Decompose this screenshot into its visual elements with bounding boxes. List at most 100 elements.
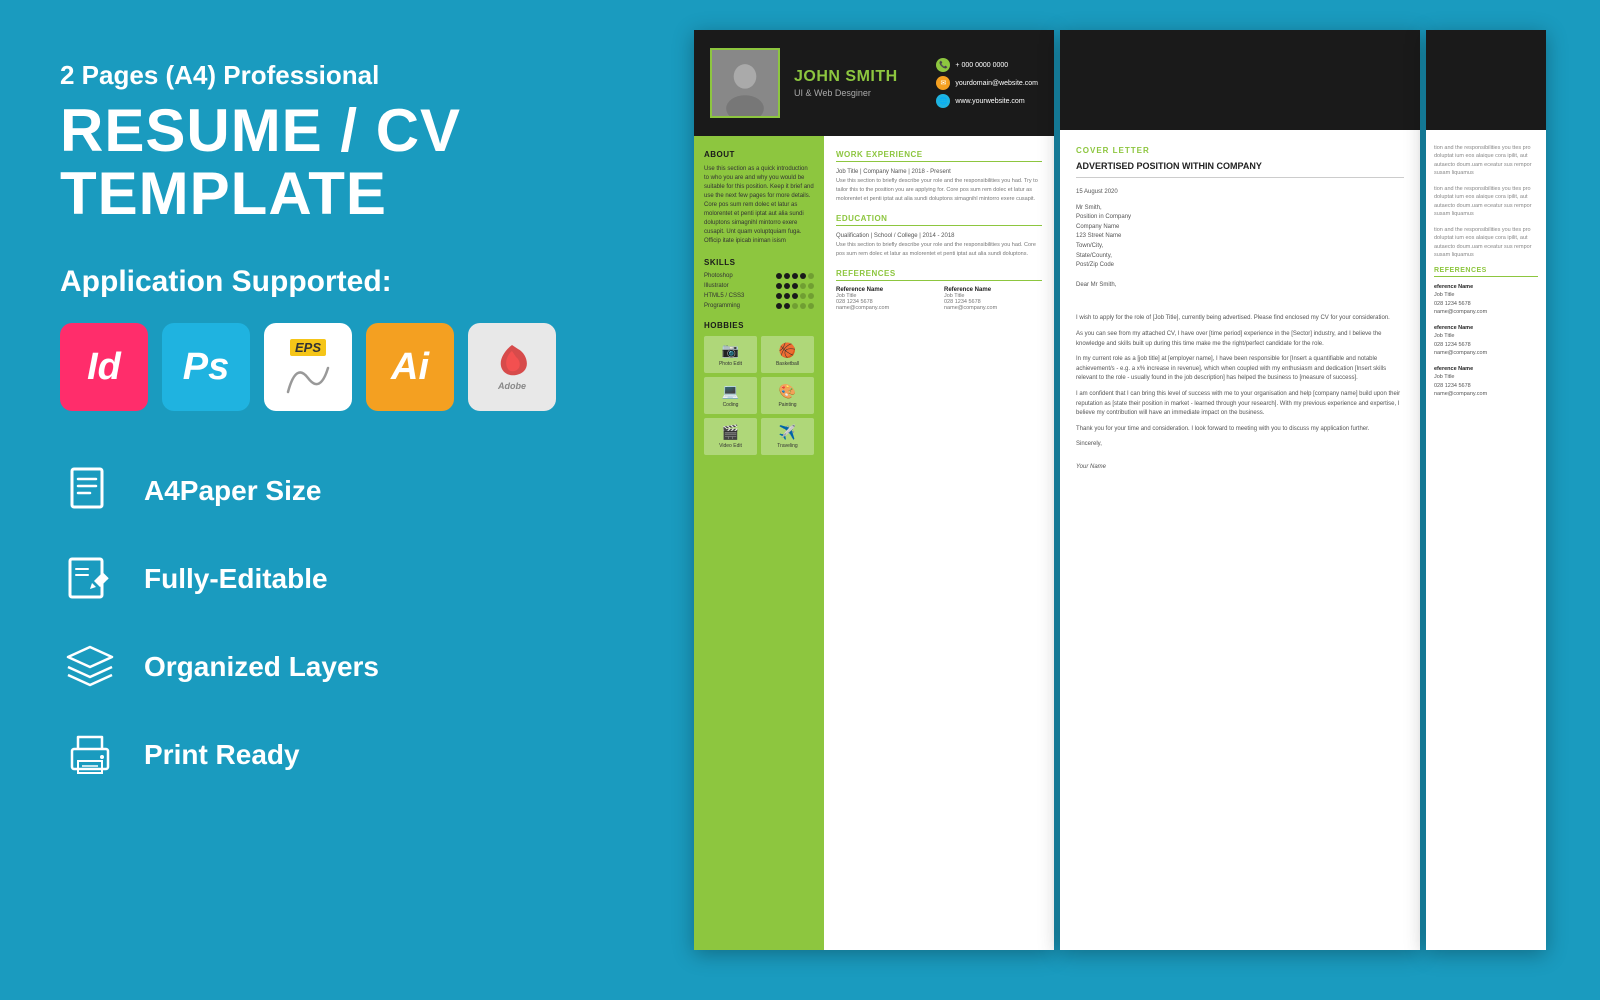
- cv3-header: [1426, 30, 1546, 130]
- cv-header: JOHN SMITH UI & Web Desginer 📞 + 000 000…: [694, 30, 1054, 136]
- dot3: [792, 293, 798, 299]
- dot4: [800, 293, 806, 299]
- features-list: A4Paper Size Fully-Editable: [60, 461, 580, 785]
- experience-text: Job Title | Company Name | 2018 - Presen…: [836, 168, 1042, 204]
- edit-icon: [60, 549, 120, 609]
- hobby-coding-label: Coding: [723, 402, 739, 408]
- skill-photoshop: Photoshop: [704, 273, 814, 279]
- education-text: Qualification | School / College | 2014 …: [836, 232, 1042, 259]
- traveling-icon: ✈️: [779, 424, 796, 441]
- dot1: [776, 273, 782, 279]
- skills-section-title: SKILLS: [704, 258, 814, 267]
- cv-avatar: [710, 48, 780, 118]
- dot5: [808, 273, 814, 279]
- hobby-coding: 💻 Coding: [704, 377, 757, 414]
- indesign-icon: Id: [60, 323, 148, 411]
- cv3-ref3-phone: 028 1234 5678: [1434, 382, 1538, 390]
- skill-html: HTML5 / CSS3: [704, 293, 814, 299]
- cv3-ref1-name: eference Name: [1434, 283, 1538, 291]
- cv3-desc1: tion and the responsibilities you ttes p…: [1434, 144, 1538, 177]
- experience-title: WORK EXPERIENCE: [836, 150, 1042, 162]
- cv3-ref2: eference Name Job Title 028 1234 5678 na…: [1434, 324, 1538, 357]
- cv-page-3: tion and the responsibilities you ttes p…: [1426, 30, 1546, 950]
- ref2: Reference Name Job Title 028 1234 5678 n…: [944, 287, 1042, 311]
- cv3-ref1: eference Name Job Title 028 1234 5678 na…: [1434, 283, 1538, 316]
- feature-paper-size-label: A4Paper Size: [144, 475, 321, 507]
- skill-illustrator-dots: [776, 283, 814, 289]
- cv-contact-block: 📞 + 000 0000 0000 ✉ yourdomain@website.c…: [936, 58, 1038, 108]
- cv-page-1: JOHN SMITH UI & Web Desginer 📞 + 000 000…: [694, 30, 1054, 950]
- cv2-header: [1060, 30, 1420, 130]
- skill-programming-dots: [776, 303, 814, 309]
- cv3-ref3-email: name@company.com: [1434, 390, 1538, 398]
- hobby-painting-label: Painting: [778, 402, 796, 408]
- cv3-ref1-title: Job Title: [1434, 291, 1538, 299]
- cover-letter-sincerely: Sincerely,: [1076, 440, 1404, 450]
- references-block: Reference Name Job Title 028 1234 5678 n…: [836, 287, 1042, 311]
- skill-html-name: HTML5 / CSS3: [704, 293, 744, 299]
- hobbies-grid: 📷 Photo Edit 🏀 Basketball 💻 Coding 🎨 Pai…: [704, 336, 814, 455]
- cv-web: 🌐 www.yourwebsite.com: [936, 94, 1024, 108]
- feature-layers-label: Organized Layers: [144, 651, 379, 683]
- cv3-ref2-name: eference Name: [1434, 324, 1538, 332]
- dot3: [792, 283, 798, 289]
- cv3-ref1-email: name@company.com: [1434, 308, 1538, 316]
- cv3-ref3: eference Name Job Title 028 1234 5678 na…: [1434, 365, 1538, 398]
- cover-letter-addressee: Mr Smith, Position in Company Company Na…: [1076, 204, 1404, 271]
- cv2-body: COVER LETTER ADVERTISED POSITION WITHIN …: [1060, 130, 1420, 950]
- skill-illustrator: Illustrator: [704, 283, 814, 289]
- pdf-adobe-label: Adobe: [498, 381, 526, 391]
- coding-icon: 💻: [722, 383, 739, 400]
- cv-phone: 📞 + 000 0000 0000: [936, 58, 1008, 72]
- cv3-ref2-phone: 028 1234 5678: [1434, 341, 1538, 349]
- cover-letter-date: 15 August 2020: [1076, 188, 1404, 198]
- basketball-icon: 🏀: [779, 342, 796, 359]
- cv-preview-area: JOHN SMITH UI & Web Desginer 📞 + 000 000…: [640, 0, 1600, 1000]
- cover-letter-signature: Your Name: [1076, 464, 1404, 470]
- references-title: REFERENCES: [836, 269, 1042, 281]
- layers-icon: [60, 637, 120, 697]
- cover-letter-label: COVER LETTER: [1076, 146, 1404, 155]
- cover-letter-para5: Thank you for your time and consideratio…: [1076, 425, 1404, 435]
- dot5: [808, 283, 814, 289]
- cv3-desc2: tion and the responsibilities you ttes p…: [1434, 185, 1538, 218]
- painting-icon: 🎨: [779, 383, 796, 400]
- document-icon: [60, 461, 120, 521]
- skill-html-dots: [776, 293, 814, 299]
- skill-illustrator-name: Illustrator: [704, 283, 729, 289]
- cover-letter-position: ADVERTISED POSITION WITHIN COMPANY: [1076, 161, 1404, 178]
- eps-wave-svg: [284, 358, 332, 396]
- main-title: RESUME / CV TEMPLATE: [60, 99, 580, 225]
- dot5: [808, 293, 814, 299]
- cv-job-title: UI & Web Desginer: [794, 88, 922, 98]
- hobby-video-label: Video Edit: [719, 443, 742, 449]
- ref2-email: name@company.com: [944, 305, 1042, 311]
- pdf-icon: Adobe: [468, 323, 556, 411]
- skill-photoshop-dots: [776, 273, 814, 279]
- dot5: [808, 303, 814, 309]
- eps-icon: EPS: [264, 323, 352, 411]
- pdf-acrobat-svg: [494, 343, 530, 379]
- ref1-email: name@company.com: [836, 305, 934, 311]
- web-dot: 🌐: [936, 94, 950, 108]
- feature-editable-label: Fully-Editable: [144, 563, 328, 595]
- dot4: [800, 283, 806, 289]
- skill-programming: Programming: [704, 303, 814, 309]
- avatar-svg: [712, 48, 778, 118]
- cv-web-text: www.yourwebsite.com: [955, 98, 1024, 105]
- dot3: [792, 303, 798, 309]
- hobby-video: 🎬 Video Edit: [704, 418, 757, 455]
- photoshop-icon: Ps: [162, 323, 250, 411]
- cover-letter-para1: I wish to apply for the role of [Job Tit…: [1076, 314, 1404, 324]
- dot1: [776, 293, 782, 299]
- about-section-title: ABOUT: [704, 150, 814, 159]
- cv3-body: tion and the responsibilities you ttes p…: [1426, 130, 1546, 420]
- subtitle: 2 Pages (A4) Professional: [60, 60, 580, 91]
- cv3-ref3-name: eference Name: [1434, 365, 1538, 373]
- education-title: EDUCATION: [836, 214, 1042, 226]
- cv3-desc3: tion and the responsibilities you ttes p…: [1434, 226, 1538, 259]
- cv-name: JOHN SMITH: [794, 68, 922, 86]
- dot3: [792, 273, 798, 279]
- print-icon: [60, 725, 120, 785]
- dot2: [784, 283, 790, 289]
